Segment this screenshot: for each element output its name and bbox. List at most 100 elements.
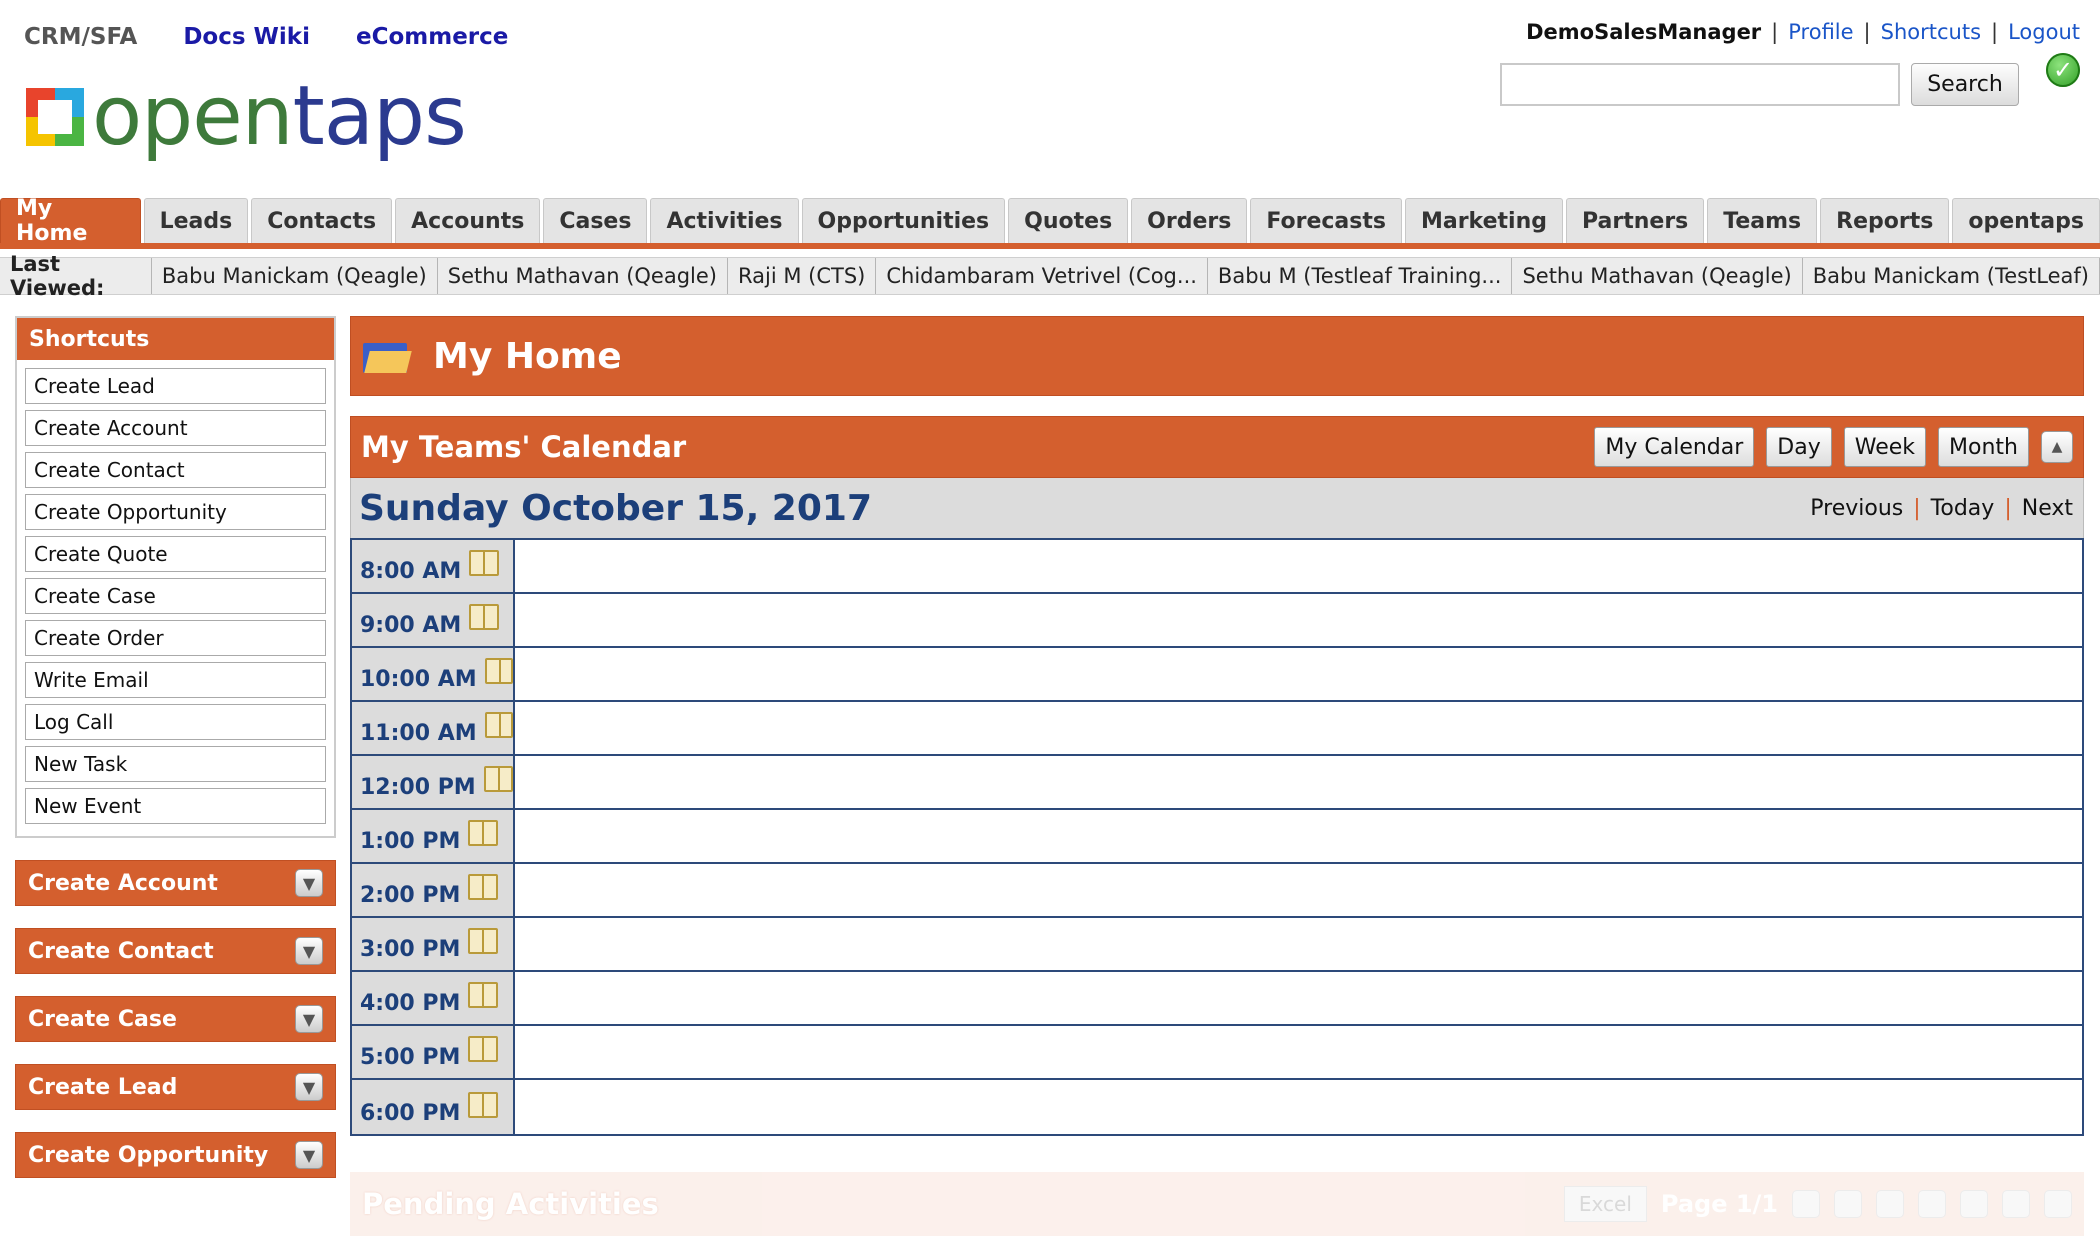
- next-page-icon[interactable]: [1960, 1190, 1988, 1218]
- panel-create-lead[interactable]: Create Lead ▼: [15, 1064, 336, 1110]
- tab-partners[interactable]: Partners: [1566, 198, 1705, 243]
- tab-opportunities[interactable]: Opportunities: [801, 198, 1006, 243]
- week-button[interactable]: Week: [1843, 427, 1927, 467]
- panel-create-opportunity[interactable]: Create Opportunity ▼: [15, 1132, 336, 1178]
- shortcut-create-case[interactable]: Create Case: [25, 578, 326, 614]
- shortcuts-link[interactable]: Shortcuts: [1881, 20, 1981, 44]
- page-plus-icon[interactable]: [1918, 1190, 1946, 1218]
- excel-export-button[interactable]: Excel: [1563, 1186, 1647, 1222]
- profile-link[interactable]: Profile: [1788, 20, 1853, 44]
- teams-calendar: My Teams' Calendar My Calendar Day Week Mon…: [350, 416, 2084, 1136]
- app-link-docs-wiki[interactable]: Docs Wiki: [183, 24, 310, 50]
- tab-bar-underline: [0, 243, 2100, 249]
- page-minus-icon[interactable]: [1876, 1190, 1904, 1218]
- shortcut-create-account[interactable]: Create Account: [25, 410, 326, 446]
- previous-link[interactable]: Previous: [1810, 496, 1903, 521]
- expand-chevron-icon[interactable]: ▼: [295, 1073, 323, 1101]
- add-event-book-icon[interactable]: [469, 550, 500, 576]
- add-event-book-icon[interactable]: [468, 1036, 499, 1062]
- tab-contacts[interactable]: Contacts: [251, 198, 393, 243]
- time-slot-body[interactable]: [515, 756, 2082, 808]
- time-slot-label-cell: 2:00 PM: [352, 864, 515, 916]
- last-viewed-item[interactable]: Sethu Mathavan (Qeagle): [1512, 258, 1803, 294]
- tab-accounts[interactable]: Accounts: [395, 198, 541, 243]
- folder-icon: [363, 339, 412, 373]
- shortcut-create-contact[interactable]: Create Contact: [25, 452, 326, 488]
- time-slot-row: 9:00 AM: [352, 594, 2082, 648]
- add-event-book-icon[interactable]: [483, 766, 513, 792]
- last-viewed-item[interactable]: Raji M (CTS): [728, 258, 877, 294]
- tab-leads[interactable]: Leads: [143, 198, 249, 243]
- search-input[interactable]: [1500, 63, 1900, 106]
- add-event-book-icon[interactable]: [484, 658, 513, 684]
- collapse-up-icon[interactable]: ▲: [2041, 431, 2073, 463]
- today-link[interactable]: Today: [1931, 496, 1995, 521]
- tab-opentaps[interactable]: opentaps: [1952, 198, 2100, 243]
- logo-text: opentaps: [92, 69, 467, 164]
- my-calendar-button[interactable]: My Calendar: [1594, 427, 1755, 467]
- time-slot-body[interactable]: [515, 972, 2082, 1024]
- tab-reports[interactable]: Reports: [1820, 198, 1950, 243]
- panel-create-case[interactable]: Create Case ▼: [15, 996, 336, 1042]
- shortcut-create-opportunity[interactable]: Create Opportunity: [25, 494, 326, 530]
- time-slot-body[interactable]: [515, 918, 2082, 970]
- tab-my-home[interactable]: My Home: [0, 196, 141, 246]
- opentaps-logo[interactable]: opentaps: [26, 69, 467, 164]
- tab-teams[interactable]: Teams: [1707, 198, 1818, 243]
- first-page-icon[interactable]: [1792, 1190, 1820, 1218]
- shortcut-log-call[interactable]: Log Call: [25, 704, 326, 740]
- last-viewed-item[interactable]: Babu M (Testleaf Training...: [1208, 258, 1513, 294]
- add-event-book-icon[interactable]: [468, 1092, 499, 1118]
- time-slot-label-cell: 10:00 AM: [352, 648, 515, 700]
- page-title: My Home: [433, 335, 622, 377]
- collapse-panel-icon[interactable]: [2044, 1190, 2072, 1218]
- search-button[interactable]: Search: [1911, 63, 2019, 106]
- last-viewed-item[interactable]: Sethu Mathavan (Qeagle): [438, 258, 728, 294]
- time-slot-body[interactable]: [515, 810, 2082, 862]
- tab-marketing[interactable]: Marketing: [1404, 198, 1563, 243]
- shortcut-new-task[interactable]: New Task: [25, 746, 326, 782]
- time-slot-body[interactable]: [515, 1080, 2082, 1134]
- tab-cases[interactable]: Cases: [543, 198, 648, 243]
- time-slot-body[interactable]: [515, 540, 2082, 592]
- time-slot-body[interactable]: [515, 648, 2082, 700]
- last-viewed-item[interactable]: Chidambaram Vetrivel (Cog...: [876, 258, 1208, 294]
- add-event-book-icon[interactable]: [468, 874, 499, 900]
- shortcut-create-quote[interactable]: Create Quote: [25, 536, 326, 572]
- tab-quotes[interactable]: Quotes: [1008, 198, 1129, 243]
- tab-forecasts[interactable]: Forecasts: [1250, 198, 1402, 243]
- time-slot-body[interactable]: [515, 702, 2082, 754]
- panel-create-contact[interactable]: Create Contact ▼: [15, 928, 336, 974]
- tab-activities[interactable]: Activities: [650, 198, 799, 243]
- app-link-ecommerce[interactable]: eCommerce: [356, 24, 508, 50]
- logout-link[interactable]: Logout: [2008, 20, 2080, 44]
- calendar-time-slots: 8:00 AM 9:00 AM 10:00 AM 11:00 AM 12:00 PM 1:…: [350, 538, 2084, 1136]
- prev-page-icon[interactable]: [1834, 1190, 1862, 1218]
- time-slot-row: 4:00 PM: [352, 972, 2082, 1026]
- time-slot-body[interactable]: [515, 1026, 2082, 1078]
- shortcut-write-email[interactable]: Write Email: [25, 662, 326, 698]
- panel-create-account[interactable]: Create Account ▼: [15, 860, 336, 906]
- expand-chevron-icon[interactable]: ▼: [295, 937, 323, 965]
- tab-orders[interactable]: Orders: [1131, 198, 1248, 243]
- next-link[interactable]: Next: [2022, 496, 2073, 521]
- add-event-book-icon[interactable]: [484, 712, 513, 738]
- add-event-book-icon[interactable]: [468, 982, 499, 1008]
- time-slot-label-cell: 3:00 PM: [352, 918, 515, 970]
- add-event-book-icon[interactable]: [469, 604, 500, 630]
- expand-chevron-icon[interactable]: ▼: [295, 1141, 323, 1169]
- expand-chevron-icon[interactable]: ▼: [295, 869, 323, 897]
- month-button[interactable]: Month: [1938, 427, 2029, 467]
- add-event-book-icon[interactable]: [468, 820, 499, 846]
- shortcut-new-event[interactable]: New Event: [25, 788, 326, 824]
- last-page-icon[interactable]: [2002, 1190, 2030, 1218]
- shortcut-create-order[interactable]: Create Order: [25, 620, 326, 656]
- last-viewed-item[interactable]: Babu Manickam (TestLeaf): [1803, 258, 2100, 294]
- shortcut-create-lead[interactable]: Create Lead: [25, 368, 326, 404]
- last-viewed-item[interactable]: Babu Manickam (Qeagle): [152, 258, 438, 294]
- time-slot-body[interactable]: [515, 594, 2082, 646]
- time-slot-body[interactable]: [515, 864, 2082, 916]
- day-button[interactable]: Day: [1766, 427, 1832, 467]
- add-event-book-icon[interactable]: [468, 928, 499, 954]
- expand-chevron-icon[interactable]: ▼: [295, 1005, 323, 1033]
